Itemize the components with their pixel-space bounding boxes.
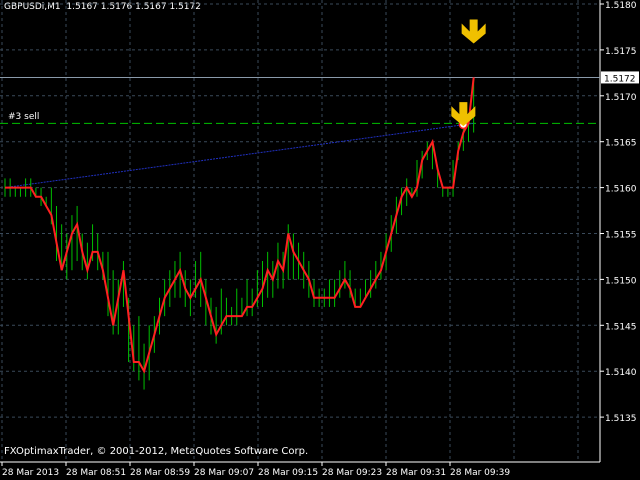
y-tick-label: 1.5145 — [605, 322, 637, 332]
sell-arrow-icon — [461, 19, 486, 44]
y-tick-label: 1.5155 — [605, 231, 637, 241]
arrow-shape — [451, 102, 476, 127]
sell-arrow-icon — [451, 102, 476, 127]
trend-line — [4, 122, 474, 189]
ma-line — [5, 77, 475, 374]
y-tick-label: 1.5135 — [605, 414, 637, 424]
x-tick-label: 28 Mar 08:51 — [66, 468, 126, 478]
y-tick-label: 1.5175 — [605, 47, 637, 57]
x-tick-label: 28 Mar 09:31 — [386, 468, 446, 478]
x-tick-label: 28 Mar 09:23 — [322, 468, 382, 478]
y-tick-label: 1.5165 — [605, 139, 637, 149]
arrow-shape — [461, 19, 486, 44]
y-tick-label: 1.5150 — [605, 276, 637, 286]
x-tick-label: 28 Mar 09:39 — [450, 468, 510, 478]
y-tick-label: 1.5160 — [605, 185, 637, 195]
price-chart[interactable]: 1.5180 1.5175 1.5170 1.5165 1.5160 1.5155 1.51… — [0, 0, 640, 480]
x-tick-label: 28 Mar 09:07 — [194, 468, 254, 478]
y-tick-label: 1.5180 — [605, 1, 637, 11]
current-price-label: 1.5172 — [604, 74, 636, 84]
x-tick-label: 28 Mar 09:15 — [258, 468, 318, 478]
x-tick-label: 28 Mar 08:59 — [130, 468, 190, 478]
y-tick-label: 1.5170 — [605, 93, 637, 103]
x-tick-label: 28 Mar 2013 — [2, 468, 59, 478]
y-tick-label: 1.5140 — [605, 368, 637, 378]
